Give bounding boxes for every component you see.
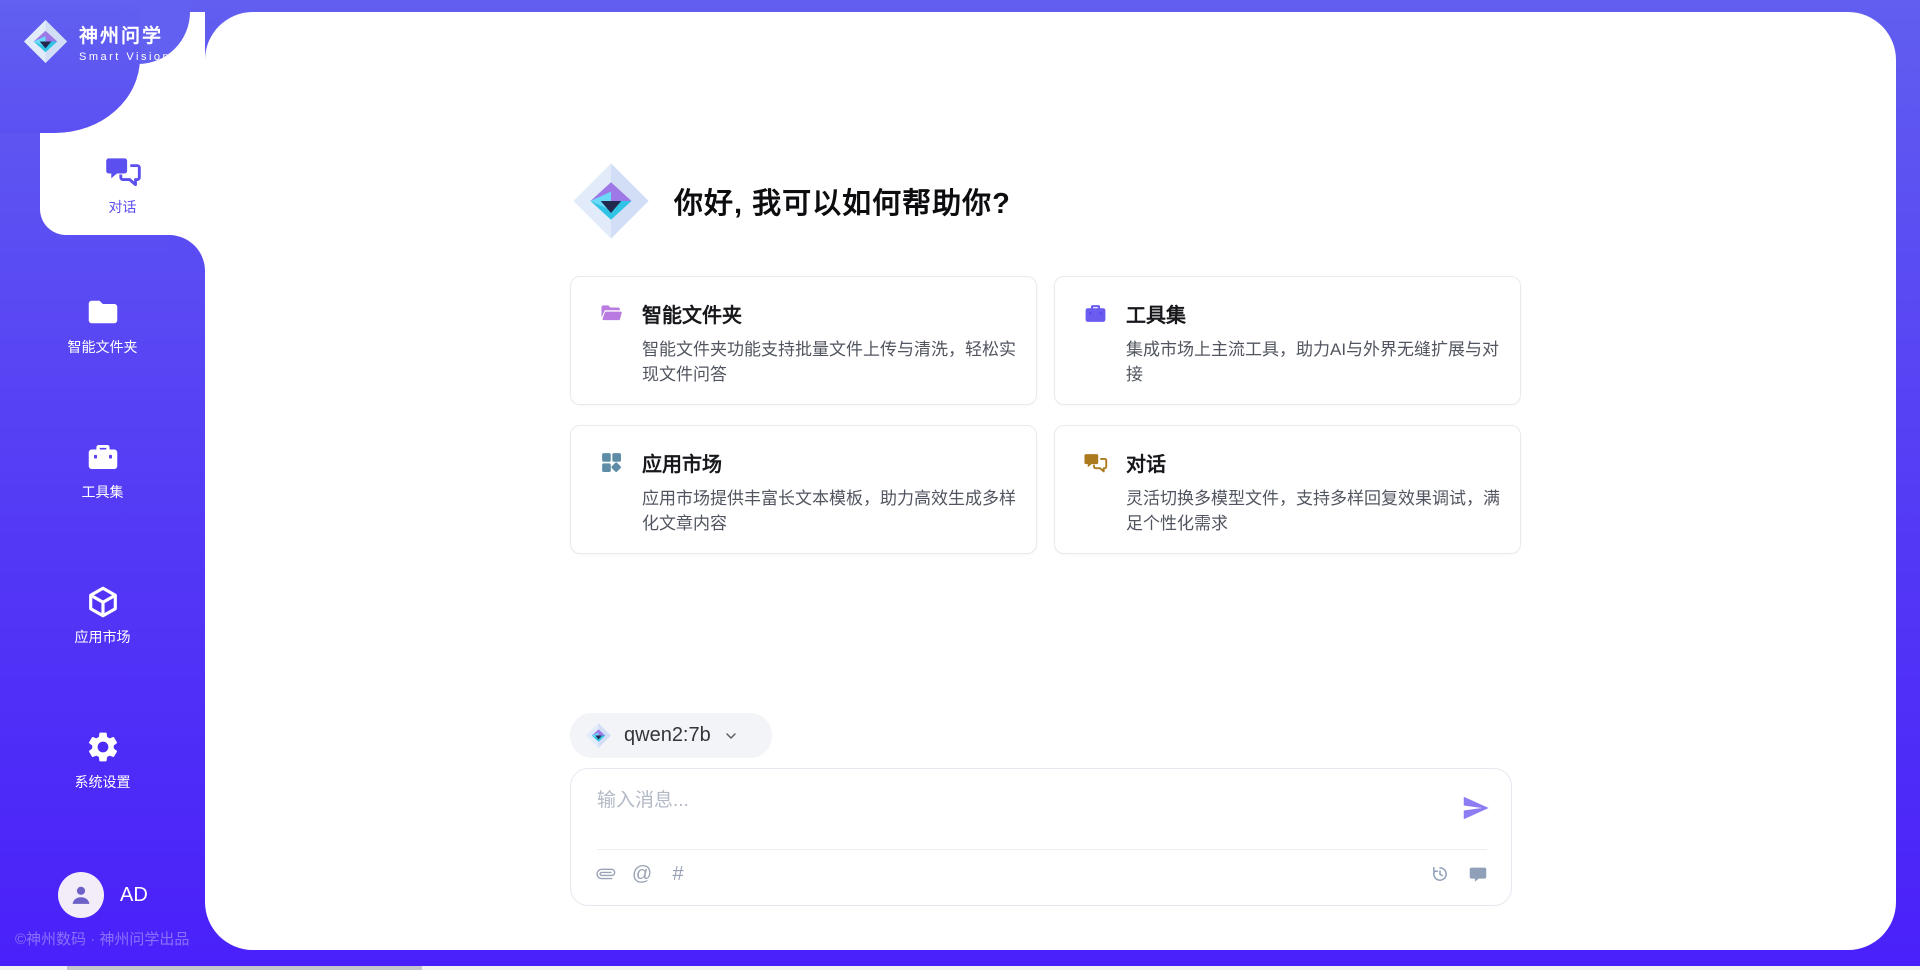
app-grid-icon [599, 450, 624, 475]
history-icon[interactable] [1429, 863, 1451, 885]
sidebar-item-app-market[interactable]: 应用市场 [0, 573, 205, 657]
feature-cards: 智能文件夹 智能文件夹功能支持批量文件上传与清洗，轻松实现文件问答 工具集 集成… [570, 276, 1525, 554]
greeting-title: 你好, 我可以如何帮助你? [674, 180, 1011, 222]
mention-icon[interactable]: @ [631, 863, 653, 885]
greeting-block: 你好, 我可以如何帮助你? [570, 160, 1011, 242]
diamond-logo-icon [22, 18, 69, 65]
card-description: 智能文件夹功能支持批量文件上传与清洗，轻松实现文件问答 [642, 337, 1024, 387]
copyright-text: ©神州数码 · 神州问学出品 [15, 928, 189, 949]
user-profile[interactable]: AD [58, 872, 148, 918]
diamond-logo-icon [585, 722, 612, 749]
folder-icon [85, 294, 121, 330]
send-icon[interactable] [1461, 793, 1491, 823]
toolbox-icon [85, 439, 121, 475]
card-description: 应用市场提供丰富长文本模板，助力高效生成多样化文章内容 [642, 486, 1024, 536]
card-title: 智能文件夹 [642, 299, 742, 328]
message-composer: @ # [570, 768, 1512, 906]
briefcase-icon [1083, 301, 1108, 326]
brand-name: 神州问学 [79, 21, 171, 48]
sidebar-item-label: 工具集 [82, 482, 124, 502]
cube-icon [85, 584, 121, 620]
diamond-logo-icon [570, 160, 652, 242]
sidebar-item-label: 智能文件夹 [68, 337, 138, 357]
gear-icon [85, 729, 121, 765]
person-icon [67, 881, 95, 909]
card-title: 工具集 [1126, 299, 1186, 328]
sidebar-item-label: 系统设置 [75, 772, 131, 792]
avatar[interactable] [58, 872, 104, 918]
sidebar-item-smart-folder[interactable]: 智能文件夹 [0, 283, 205, 367]
attachment-icon[interactable] [595, 863, 617, 885]
card-title: 对话 [1126, 448, 1166, 477]
chevron-down-icon [723, 728, 739, 744]
card-title: 应用市场 [642, 448, 722, 477]
sidebar-item-label: 对话 [109, 197, 137, 217]
card-chat[interactable]: 对话 灵活切换多模型文件，支持多样回复效果调试，满足个性化需求 [1054, 425, 1521, 554]
main-content-panel: 你好, 我可以如何帮助你? 智能文件夹 智能文件夹功能支持批量文件上传与清洗，轻… [205, 12, 1896, 950]
brand-subtitle: Smart Vision [79, 51, 171, 63]
sidebar-item-chat[interactable]: 对话 [40, 133, 205, 235]
sidebar-item-settings[interactable]: 系统设置 [0, 718, 205, 802]
scrollbar-thumb[interactable] [67, 966, 422, 970]
open-folder-icon [599, 301, 624, 326]
chat-icon [104, 152, 142, 190]
composer-toolbar: @ # [595, 863, 689, 885]
model-selector[interactable]: qwen2:7b [570, 713, 772, 758]
message-input[interactable] [597, 785, 1437, 843]
sidebar-item-label: 应用市场 [75, 627, 131, 647]
card-toolset[interactable]: 工具集 集成市场上主流工具，助力AI与外界无缝扩展与对接 [1054, 276, 1521, 405]
chat-bubbles-icon [1083, 450, 1108, 475]
horizontal-scrollbar[interactable] [0, 966, 1920, 970]
hashtag-icon[interactable]: # [667, 863, 689, 885]
user-name: AD [120, 884, 148, 907]
card-description: 集成市场上主流工具，助力AI与外界无缝扩展与对接 [1126, 337, 1508, 387]
message-icon[interactable] [1467, 863, 1489, 885]
card-app-market[interactable]: 应用市场 应用市场提供丰富长文本模板，助力高效生成多样化文章内容 [570, 425, 1037, 554]
model-name: qwen2:7b [624, 724, 711, 747]
card-smart-folder[interactable]: 智能文件夹 智能文件夹功能支持批量文件上传与清洗，轻松实现文件问答 [570, 276, 1037, 405]
sidebar-item-toolset[interactable]: 工具集 [0, 428, 205, 512]
composer-right-toolbar [1429, 863, 1489, 885]
card-description: 灵活切换多模型文件，支持多样回复效果调试，满足个性化需求 [1126, 486, 1508, 536]
composer-divider [597, 849, 1487, 850]
brand-logo: 神州问学 Smart Vision [22, 18, 171, 65]
